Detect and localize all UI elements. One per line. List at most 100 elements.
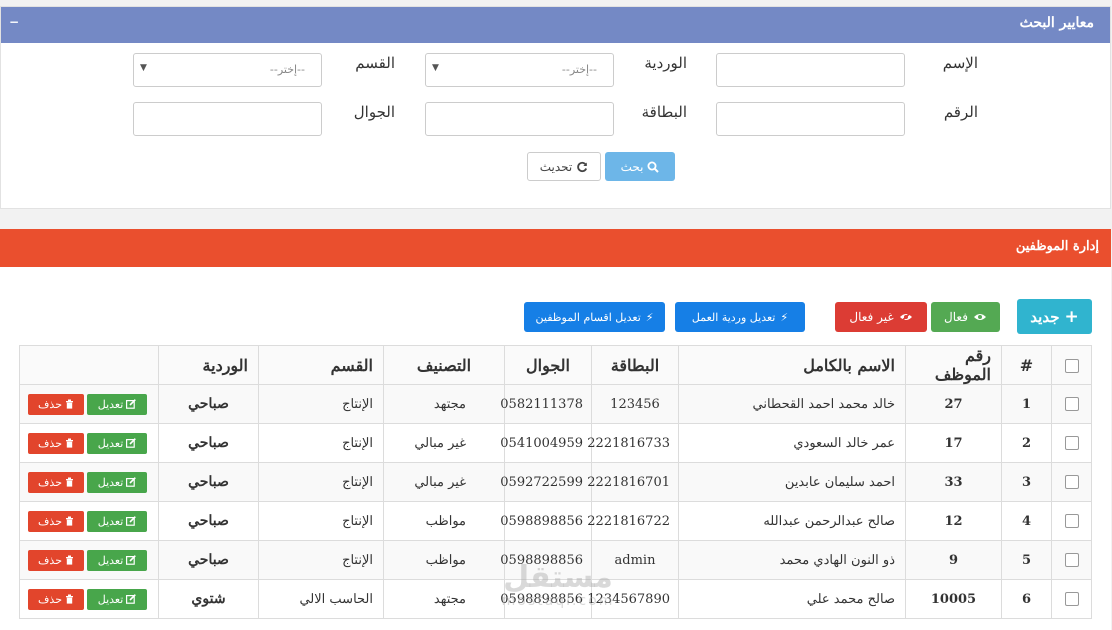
row-dept: الإنتاج xyxy=(258,501,384,541)
deactivate-button[interactable]: غير فعال xyxy=(835,302,927,332)
chevron-down-icon: ▼ xyxy=(432,63,439,73)
row-actions: حذف تعديل xyxy=(19,462,159,502)
row-emp-no: 33 xyxy=(905,462,1002,502)
col-header-actions xyxy=(19,345,159,385)
row-actions: حذف تعديل xyxy=(19,579,159,619)
table-row: 2 17 عمر خالد السعودي 2221816733 0541004959 غ… xyxy=(19,423,1092,463)
row-card: 123456 xyxy=(591,384,679,424)
row-full-name: ذو النون الهادي محمد xyxy=(678,540,906,580)
row-select-cell xyxy=(1051,423,1092,463)
trash-icon xyxy=(66,555,73,565)
new-employee-button[interactable]: + جديد xyxy=(1017,299,1092,334)
edit-icon xyxy=(126,438,137,448)
trash-icon xyxy=(66,438,73,448)
col-header-classification[interactable]: التصنيف xyxy=(383,345,505,385)
row-mobile: 0582111378 xyxy=(500,384,592,424)
employees-panel-header: إدارة الموظفين xyxy=(0,229,1111,267)
row-checkbox[interactable] xyxy=(1064,592,1079,606)
row-classification: مواظب xyxy=(383,540,505,580)
activate-button[interactable]: فعال xyxy=(931,302,1000,332)
row-dept: الإنتاج xyxy=(258,462,384,502)
eye-slash-icon xyxy=(899,312,912,322)
row-shift: صباحي xyxy=(158,423,259,463)
search-button-label: بحث xyxy=(620,159,644,174)
row-checkbox[interactable] xyxy=(1064,397,1079,411)
col-header-index: # xyxy=(1001,345,1052,385)
edit-button[interactable]: تعديل xyxy=(87,510,147,532)
delete-button[interactable]: حذف xyxy=(28,510,84,532)
search-panel-title: معايير البحث xyxy=(1019,15,1094,31)
edit-work-shift-button[interactable]: ⚡ تعديل وردية العمل xyxy=(675,302,805,332)
row-card: 1234567890 xyxy=(587,579,679,619)
name-label: الإسم xyxy=(942,54,978,72)
delete-button[interactable]: حذف xyxy=(28,588,84,610)
dept-select-placeholder: --إختر-- xyxy=(269,63,305,76)
row-mobile: 0598898856 xyxy=(500,540,592,580)
edit-button-label: تعديل xyxy=(97,553,124,567)
search-button[interactable]: بحث xyxy=(605,152,675,181)
new-button-label: جديد xyxy=(1030,307,1060,326)
trash-icon xyxy=(66,399,73,409)
row-card: 2221816701 xyxy=(587,462,679,502)
delete-button[interactable]: حذف xyxy=(28,393,84,415)
shift-select-placeholder: --إختر-- xyxy=(561,63,597,76)
trash-icon xyxy=(66,594,73,604)
card-input[interactable] xyxy=(425,102,614,136)
edit-button[interactable]: تعديل xyxy=(87,588,147,610)
table-row: 4 12 صالح عبدالرحمن عبدالله 2221816722 05988… xyxy=(19,501,1092,541)
col-header-emp-no[interactable]: رقم الموظف xyxy=(905,345,1002,385)
row-select-cell xyxy=(1051,540,1092,580)
dept-select[interactable]: --إختر-- ▼ xyxy=(133,53,322,87)
edit-button-label: تعديل xyxy=(97,397,124,411)
number-input[interactable] xyxy=(716,102,905,136)
col-header-dept[interactable]: القسم xyxy=(258,345,384,385)
col-header-shift[interactable]: الوردية xyxy=(158,345,259,385)
col-header-card[interactable]: البطاقة xyxy=(591,345,679,385)
row-checkbox[interactable] xyxy=(1064,553,1079,567)
row-select-cell xyxy=(1051,579,1092,619)
row-shift: صباحي xyxy=(158,540,259,580)
row-checkbox[interactable] xyxy=(1064,436,1079,450)
select-all-cell xyxy=(1051,345,1092,385)
edit-icon xyxy=(126,399,137,409)
bolt-icon: ⚡ xyxy=(645,310,654,324)
row-actions: حذف تعديل xyxy=(19,540,159,580)
delete-button-label: حذف xyxy=(38,436,62,450)
table-header-row: # رقم الموظف الاسم بالكامل البطاقة الجوا… xyxy=(19,345,1092,385)
row-classification: مجتهد xyxy=(383,384,505,424)
col-header-mobile[interactable]: الجوال xyxy=(504,345,592,385)
delete-button[interactable]: حذف xyxy=(28,432,84,454)
delete-button[interactable]: حذف xyxy=(28,549,84,571)
col-header-full-name[interactable]: الاسم بالكامل xyxy=(678,345,906,385)
row-classification: مجتهد xyxy=(383,579,505,619)
row-shift: صباحي xyxy=(158,501,259,541)
edit-employee-depts-button[interactable]: ⚡ تعديل اقسام الموظفين xyxy=(524,302,665,332)
trash-icon xyxy=(66,477,73,487)
edit-button[interactable]: تعديل xyxy=(87,471,147,493)
row-emp-no: 9 xyxy=(905,540,1002,580)
row-checkbox[interactable] xyxy=(1064,475,1079,489)
row-checkbox[interactable] xyxy=(1064,514,1079,528)
search-icon xyxy=(647,161,660,173)
edit-button[interactable]: تعديل xyxy=(87,432,147,454)
row-index: 6 xyxy=(1001,579,1052,619)
row-card: 2221816733 xyxy=(587,423,679,463)
delete-button[interactable]: حذف xyxy=(28,471,84,493)
row-classification: مواظب xyxy=(383,501,505,541)
edit-button[interactable]: تعديل xyxy=(87,393,147,415)
name-input[interactable] xyxy=(716,53,905,87)
table-row: 5 9 ذو النون الهادي محمد admin 0598898856 موا… xyxy=(19,540,1092,580)
row-index: 3 xyxy=(1001,462,1052,502)
refresh-button[interactable]: تحديث xyxy=(527,152,601,181)
row-actions: حذف تعديل xyxy=(19,501,159,541)
edit-button[interactable]: تعديل xyxy=(87,549,147,571)
mobile-label: الجوال xyxy=(353,103,395,121)
shift-select[interactable]: --إختر-- ▼ xyxy=(425,53,614,87)
collapse-icon[interactable]: − xyxy=(9,15,19,29)
row-index: 1 xyxy=(1001,384,1052,424)
trash-icon xyxy=(66,516,73,526)
select-all-checkbox[interactable] xyxy=(1064,359,1079,373)
row-emp-no: 10005 xyxy=(905,579,1002,619)
edit-icon xyxy=(126,477,137,487)
mobile-input[interactable] xyxy=(133,102,322,136)
